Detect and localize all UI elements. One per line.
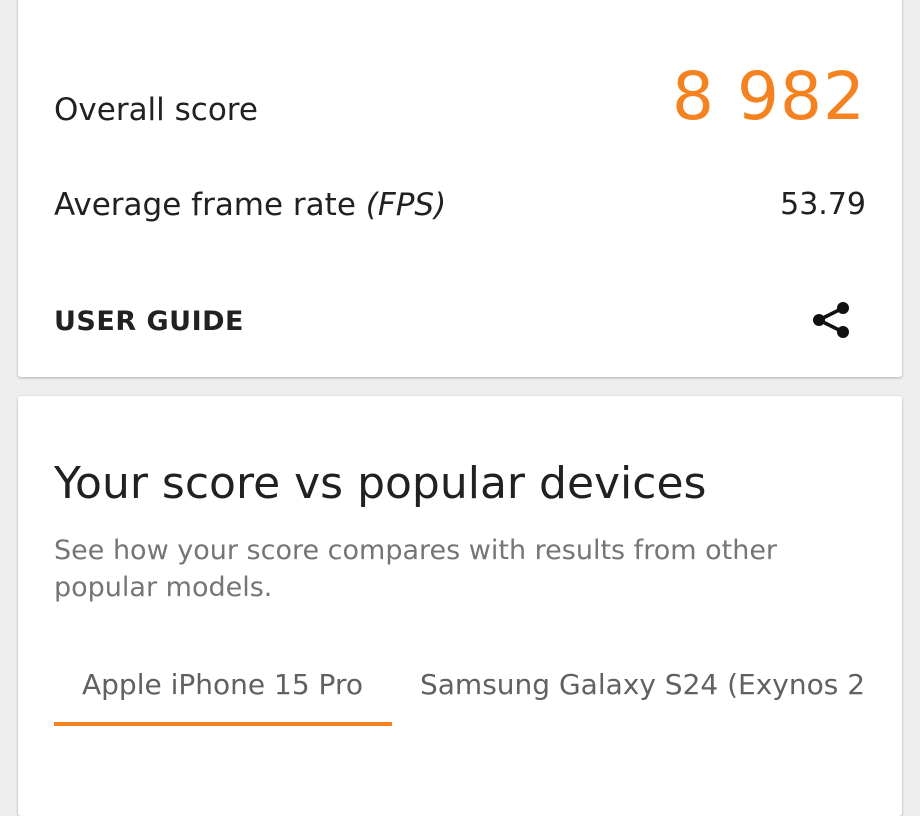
selected-tab-indicator xyxy=(54,722,392,726)
tab-samsung-galaxy-s24[interactable]: Samsung Galaxy S24 (Exynos 24 xyxy=(420,668,866,701)
user-guide-button[interactable]: USER GUIDE xyxy=(54,306,244,337)
result-card: . Overall score 8 982 Average frame rate… xyxy=(18,0,902,377)
share-icon[interactable] xyxy=(806,296,854,344)
device-tabs: Apple iPhone 15 Pro Samsung Galaxy S24 (… xyxy=(54,658,866,738)
average-fps-label: Average frame rate (FPS) xyxy=(54,187,446,223)
comparison-description: See how your score compares with results… xyxy=(54,535,778,603)
average-fps-value: 53.79 xyxy=(780,187,866,222)
tab-apple-iphone-15-pro[interactable]: Apple iPhone 15 Pro xyxy=(82,668,363,701)
comparison-card: Your score vs popular devices See how yo… xyxy=(18,396,902,816)
average-fps-label-text: Average frame rate xyxy=(54,187,366,223)
fps-unit: (FPS) xyxy=(365,187,447,223)
comparison-title: Your score vs popular devices xyxy=(54,458,707,509)
overall-score-label: Overall score xyxy=(54,92,258,128)
overall-score-value: 8 982 xyxy=(672,58,866,135)
